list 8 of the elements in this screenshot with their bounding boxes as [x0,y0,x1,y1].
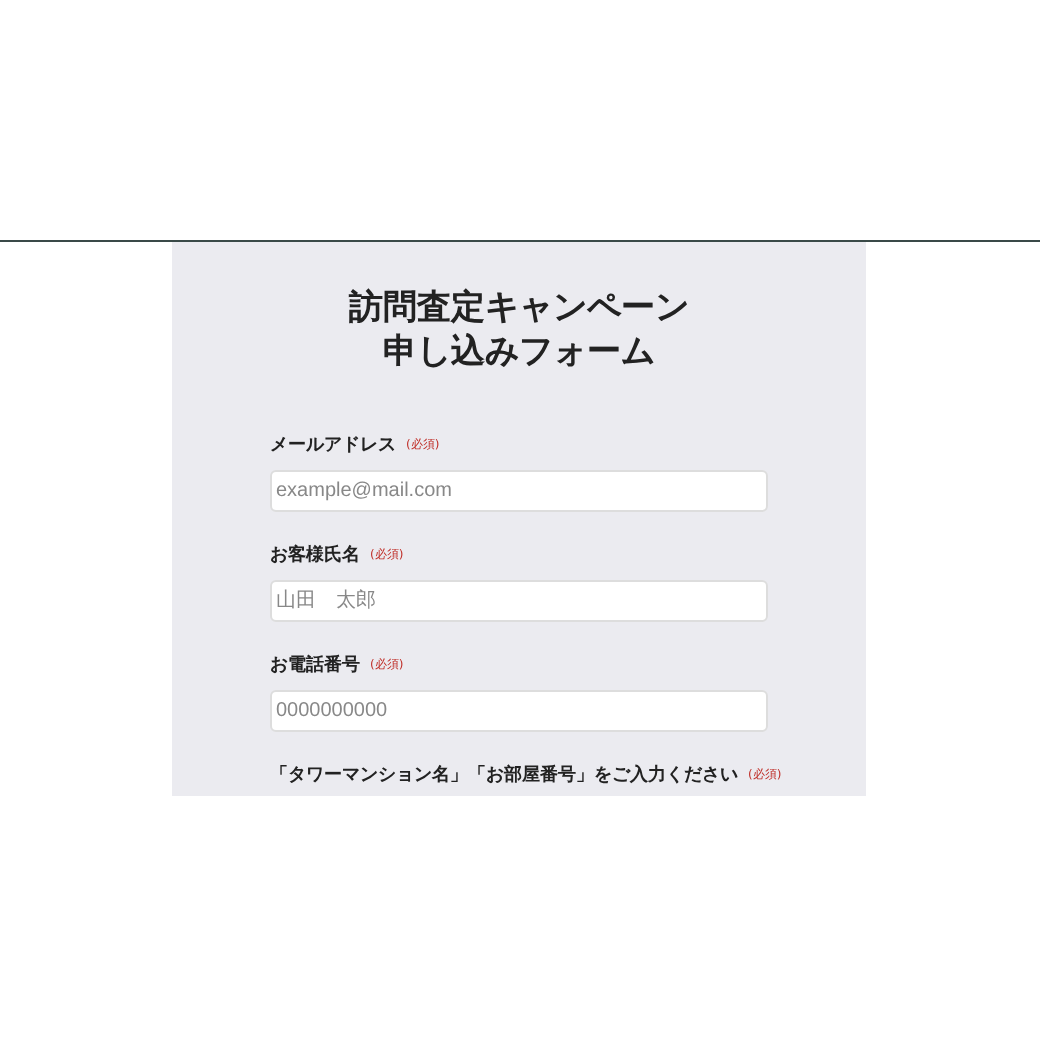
form-title: 訪問査定キャンペーン 申し込みフォーム [346,286,691,374]
input-field[interactable]: example@mail.com [270,470,768,512]
field-label: メールアドレス [270,434,396,458]
input-field[interactable]: 0000000000 [270,690,768,732]
input-field[interactable]: 山田 太郎 [270,580,768,622]
field-label: お電話番号 [270,652,360,678]
field-label: お客様氏名 [270,542,360,568]
field-label: 「タワーマンション名」「お部屋番号」をご入力ください [270,762,738,788]
